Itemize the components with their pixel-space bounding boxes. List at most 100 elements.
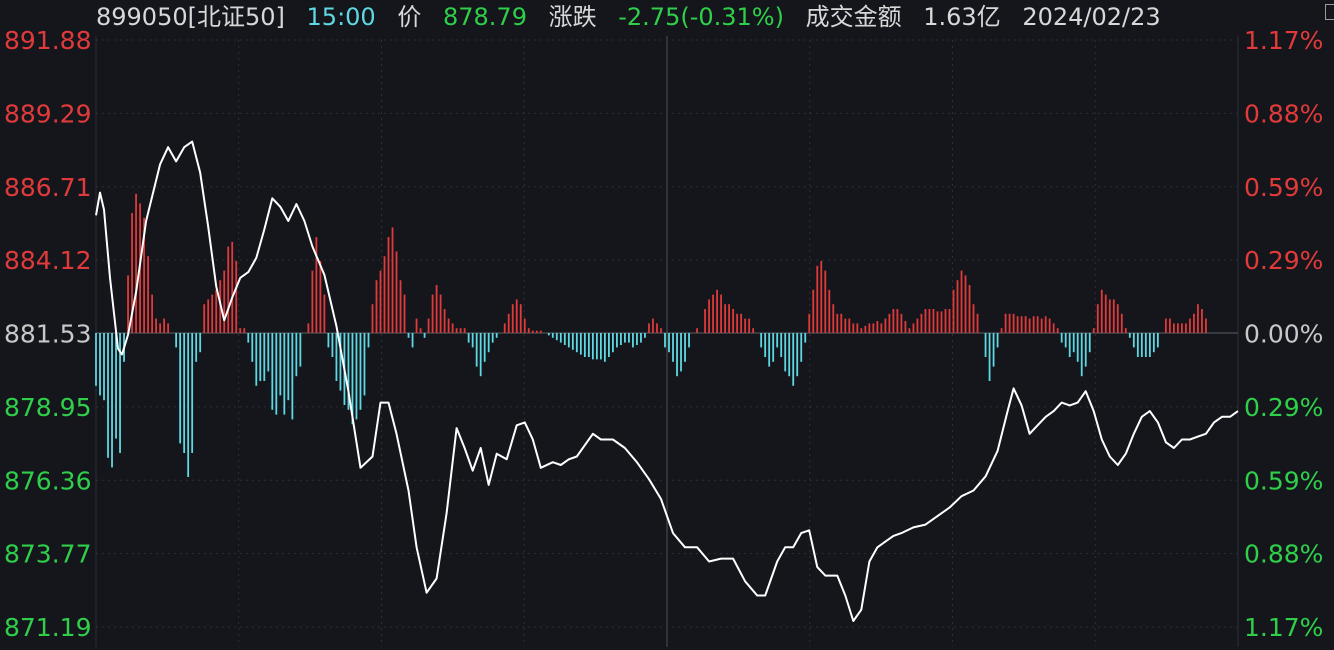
volume-bar-up [231,241,234,333]
volume-bar-up [415,318,418,333]
left-tick-label: 881.53 [4,320,91,349]
volume-bar-down [335,333,338,381]
volume-bar-up [652,318,654,333]
volume-bar-up [535,330,538,333]
volume-bar-up [379,270,382,333]
volume-bar-up [884,318,887,333]
volume-bar-down [1148,333,1151,357]
volume-bar-down [792,333,795,386]
volume-bar-up [1048,318,1051,333]
volume-bar-up [211,294,214,333]
volume-bar-up [503,323,506,333]
volume-bar-down [487,333,490,353]
volume-bar-up [315,237,318,333]
volume-bar-up [539,330,542,333]
volume-bar-up [319,261,322,333]
volume-bar-down [99,333,101,396]
volume-bar-up [808,313,811,333]
volume-bar-up [163,318,166,333]
volume-bar-down [1064,333,1067,348]
volume-bar-up [656,323,658,333]
volume-bar-up [391,227,394,333]
volume-bar-up [419,328,422,333]
volume-bar-up [816,265,819,333]
volume-bar-up [383,256,386,333]
volume-bar-up [439,294,442,333]
volume-bar-down [95,333,97,386]
volume-bar-up [147,256,149,333]
volume-bar-up [740,313,743,333]
volume-bar-down [620,333,622,345]
volume-bar-up [932,309,935,333]
volume-bar-down [563,333,566,345]
volume-bar-down [287,333,290,401]
volume-bar-up [744,318,747,333]
volume-bar-down [583,333,586,357]
volume-bar-down [471,333,474,348]
volume-bar-up [968,285,971,333]
volume-bar-down [367,333,370,348]
volume-bar-down [780,333,783,357]
volume-bar-down [179,333,182,444]
volume-bar-down [992,333,995,367]
volume-bar-up [712,294,714,333]
volume-bar-down [595,333,598,360]
volume-bar-up [427,318,430,333]
volume-bar-up [908,328,911,333]
volume-bar-up [1036,316,1039,333]
volume-bar-up [856,323,859,333]
volume-bar-up [399,280,402,333]
volume-bar-down [567,333,570,348]
volume-bar-up [888,313,891,333]
volume-bar-down [491,333,494,343]
volume-bar-down [111,333,113,468]
volume-bar-down [788,333,791,377]
volume-bar-up [948,309,951,333]
volume-bar-up [135,193,137,333]
volume-bar-up [239,328,242,333]
right-tick-label: 0.88% [1244,99,1323,128]
volume-bar-up [371,304,374,333]
volume-bar-up [455,328,458,333]
volume-bar-up [924,309,927,333]
volume-bar-down [1128,333,1131,338]
volume-bar-down [331,333,334,357]
volume-bar-down [800,333,803,362]
grid-lines [95,36,1239,647]
volume-bar-up [1000,328,1003,333]
volume-bar-up [519,304,522,333]
volume-bar-up [660,328,662,333]
volume-bar-down [796,333,799,377]
volume-bar-up [1112,299,1115,333]
volume-bar-down [359,333,362,410]
volume-bar-down [107,333,109,458]
volume-bar-up [387,237,390,333]
volume-bar-down [423,333,426,338]
right-tick-label: 0.00% [1244,320,1323,349]
volume-bar-up [1120,313,1123,333]
volume-bar-down [1060,333,1063,343]
volume-bar-up [940,311,943,333]
right-tick-label: 0.59% [1244,466,1323,495]
volume-bar-up [235,261,238,333]
volume-bar-down [547,333,550,336]
right-tick-label: 0.29% [1244,246,1323,275]
volume-bar-up [812,289,815,333]
volume-bar-down [115,333,117,439]
volume-bar-up [1020,316,1023,333]
intraday-chart-window: 899050[北证50] 15:00 价 878.79 涨跌 -2.75(-0.… [0,0,1334,650]
volume-bar-up [1193,313,1195,333]
volume-bar-down [483,333,486,362]
right-tick-label: 0.59% [1244,173,1323,202]
volume-bar-down [283,333,286,415]
volume-bar-down [607,333,610,357]
volume-bar-up [824,270,827,333]
volume-bar-up [840,313,843,333]
volume-bar-down [579,333,582,355]
price-chart[interactable]: 891.88 1.17% 889.29 0.88% 886.71 0.59% 884.12 0… [0,0,1334,650]
right-tick-label: 1.17% [1244,26,1323,55]
volume-bar-down [616,333,618,348]
volume-bar-up [752,328,755,333]
volume-bar-down [1080,333,1083,377]
volume-bar-up [728,304,731,333]
